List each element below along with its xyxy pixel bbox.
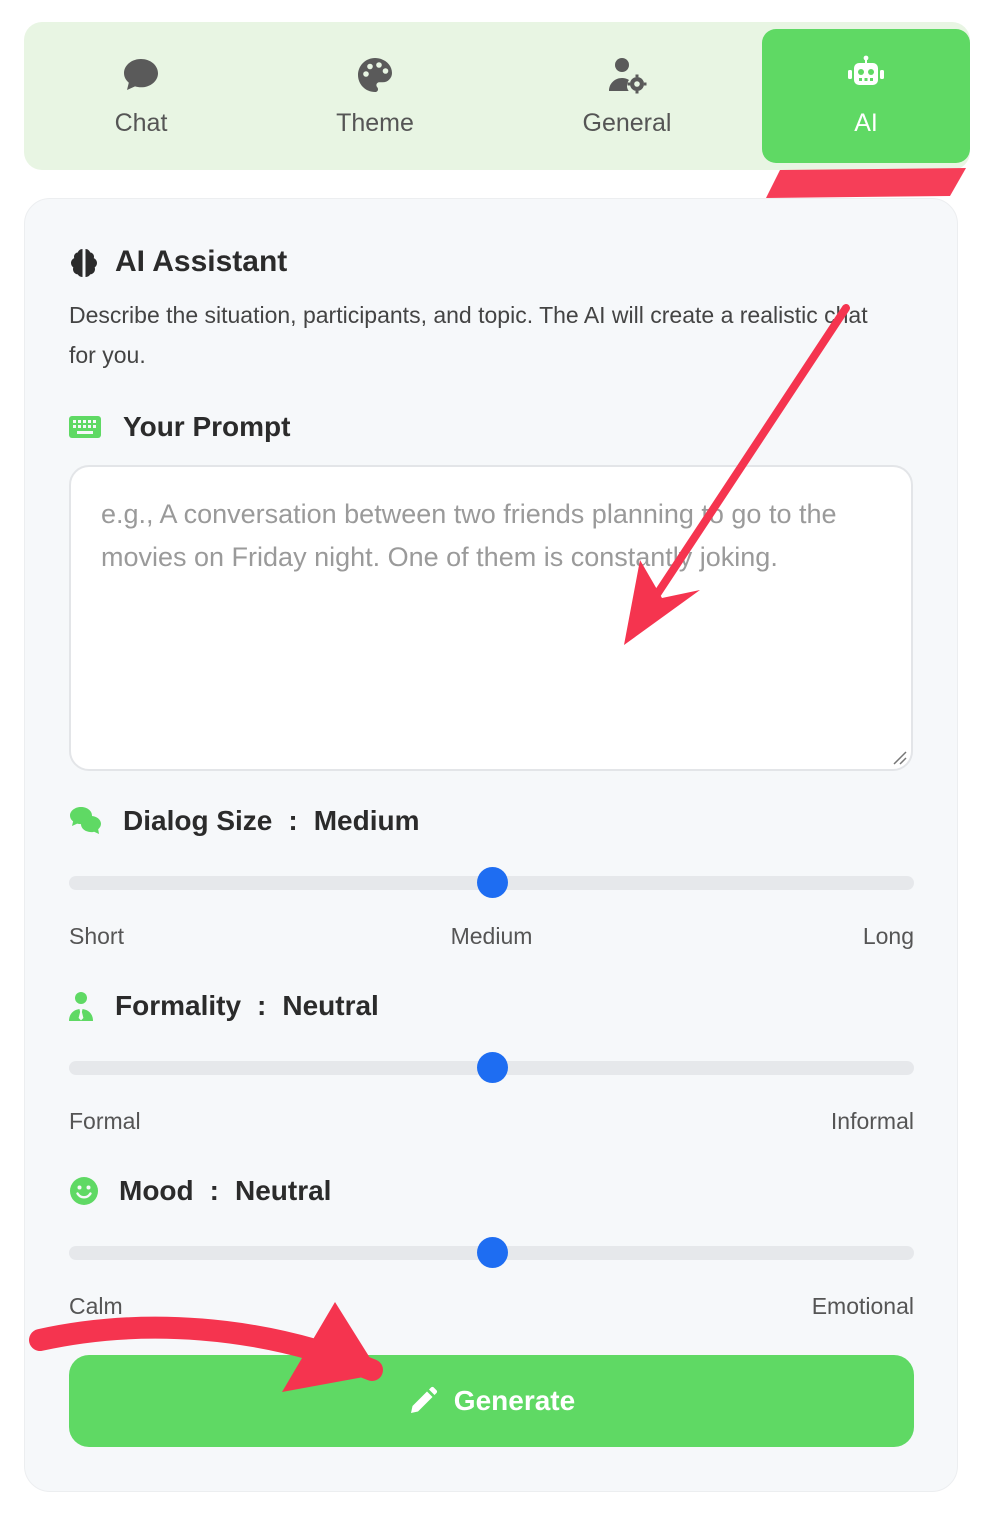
prompt-textarea[interactable]: e.g., A conversation between two friends… [69,465,913,771]
ai-assistant-panel: AI Assistant Describe the situation, par… [24,198,958,1492]
dialog-size-slider-thumb[interactable] [476,867,508,898]
mood-heading: Mood : Neutral [69,1175,331,1207]
tab-general[interactable]: General [492,22,762,170]
prompt-label: Your Prompt [123,411,291,442]
tab-chat[interactable]: Chat [24,22,258,170]
robot-icon [848,55,884,85]
formality-tick-informal: Informal [830,1108,914,1134]
tab-theme[interactable]: Theme [258,22,492,170]
ai-assistant-description: Describe the situation, participants, an… [69,302,868,368]
tab-chat-label: Chat [114,108,168,137]
dialog-size-tick-short: Short [69,923,124,949]
mood-value: Neutral [234,1175,332,1206]
mood-tick-emotional: Emotional [811,1293,914,1319]
tab-ai[interactable]: AI [762,29,970,163]
mood-slider-thumb[interactable] [476,1237,508,1268]
prompt-heading: Your Prompt [69,411,290,443]
active-tab-underline-annotation [766,168,966,198]
dialog-size-value: Medium [313,805,420,836]
chat-bubble-icon [124,58,158,90]
formality-heading: Formality : Neutral [69,990,379,1022]
dialog-size-heading: Dialog Size : Medium [69,805,419,837]
palette-icon [358,57,392,92]
dialog-size-tick-long: Long [862,923,914,949]
formality-slider-thumb[interactable] [476,1052,508,1083]
mood-tick-calm: Calm [69,1293,123,1319]
dialog-size-separator: : [288,805,298,836]
brain-icon [71,249,97,277]
pencil-icon [410,1386,437,1413]
mood-slider[interactable] [69,1237,914,1268]
generate-label: Generate [453,1385,576,1416]
tab-theme-label: Theme [336,108,414,137]
smile-icon [70,1177,98,1205]
dialog-size-slider[interactable] [69,867,914,898]
chat-bubbles-icon [70,807,101,834]
generate-button[interactable]: Generate [69,1355,914,1447]
formality-label: Formality [115,990,242,1021]
settings-tab-bar: Chat Theme General AI [24,22,970,170]
dialog-size-label: Dialog Size [123,805,273,836]
formality-slider[interactable] [69,1052,914,1083]
formality-value: Neutral [282,990,379,1021]
tab-general-label: General [582,108,672,137]
prompt-placeholder: e.g., A conversation between two friends… [101,499,837,572]
mood-label: Mood [119,1175,194,1206]
formality-tick-formal: Formal [69,1108,141,1134]
tab-ai-label: AI [854,108,878,137]
resize-handle-icon[interactable] [891,749,907,765]
ai-assistant-title: AI Assistant [115,245,288,278]
ai-assistant-heading: AI Assistant [69,245,287,279]
formality-separator: : [257,990,267,1021]
dialog-size-tick-medium: Medium [450,923,533,949]
mood-separator: : [209,1175,219,1206]
user-gear-icon [609,57,647,93]
user-tie-icon [69,992,93,1021]
keyboard-icon [69,416,101,438]
